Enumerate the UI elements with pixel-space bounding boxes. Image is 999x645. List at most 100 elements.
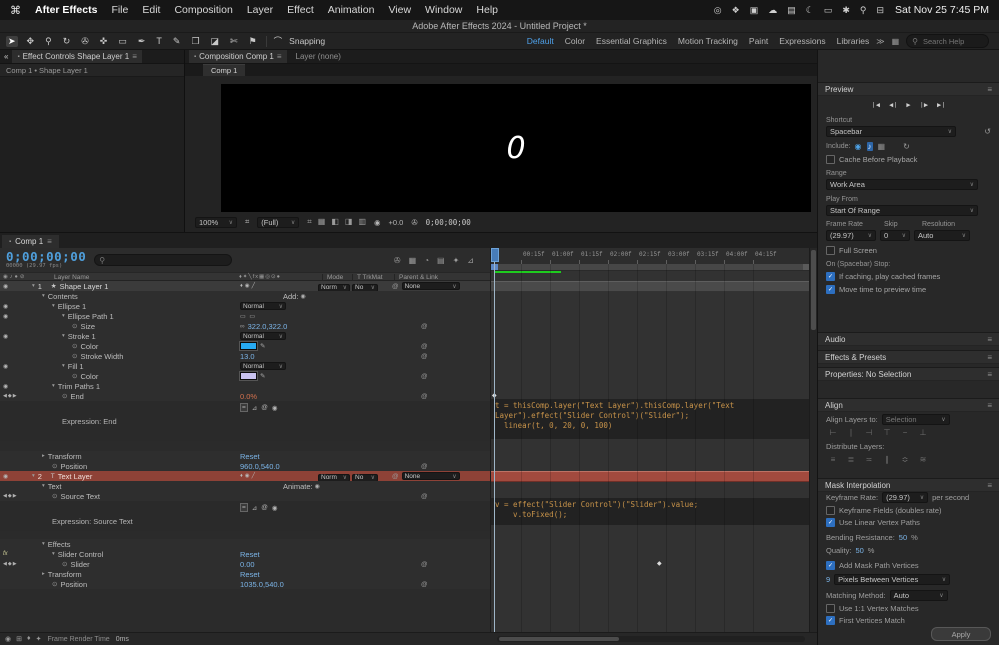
timeline-zoom-scrollbar[interactable] [497, 636, 805, 642]
layer-switches[interactable]: ♦◉╱ [240, 283, 257, 289]
include-audio-toggle[interactable]: ♪ [866, 142, 873, 151]
twirl-closed-icon[interactable]: ▸ [42, 571, 45, 577]
pickwhip-icon[interactable]: @ [421, 559, 428, 569]
spotlight-icon[interactable]: ⚲ [860, 5, 867, 16]
move-time-checkbox[interactable]: ✓ [826, 285, 835, 294]
shortcut-dropdown[interactable]: Spacebar ∨ [826, 126, 956, 137]
align-panel-header[interactable]: Align ≡ [818, 398, 999, 412]
tab-layer-viewer[interactable]: Layer (none) [291, 50, 346, 63]
align-left-button[interactable]: ⊢ [826, 428, 840, 437]
twirl-open-icon[interactable]: ▾ [62, 363, 65, 369]
pen-tool[interactable]: ✒ [136, 36, 148, 47]
menu-file[interactable]: File [111, 4, 128, 16]
property-value[interactable]: 13.0 [240, 352, 255, 361]
vertices-value[interactable]: 9 [826, 575, 830, 584]
clone-stamp-tool[interactable]: ❐ [189, 36, 201, 47]
twirl-closed-icon[interactable]: ▸ [42, 453, 45, 459]
timeline-search-box[interactable]: ⚲ [94, 254, 233, 266]
mask-interpolation-panel-header[interactable]: Mask Interpolation ≡ [818, 478, 999, 492]
battery-icon[interactable]: ▭ [824, 5, 833, 16]
cloud-icon[interactable]: ☁ [768, 5, 777, 16]
play-cached-frames-checkbox[interactable]: ✓ [826, 272, 835, 281]
quality-value[interactable]: 50 [855, 546, 863, 555]
add-menu-icon[interactable]: ◉ [315, 483, 320, 490]
eye-toggle[interactable]: ◉ [3, 383, 8, 390]
blend-mode-dropdown[interactable]: Normal ∨ [240, 332, 286, 340]
timeline-search-input[interactable] [105, 255, 228, 265]
mask-visibility-icon[interactable]: ▦ [318, 217, 326, 227]
distribute-v-center-button[interactable]: ≣ [844, 455, 858, 464]
first-vertices-match-checkbox[interactable]: ✓ [826, 616, 835, 625]
add-menu-icon[interactable]: ◉ [300, 293, 305, 300]
property-value[interactable]: 1035.0,540.0 [240, 580, 284, 589]
workspace-grid-icon[interactable]: ▦ [892, 37, 900, 46]
control-center-icon[interactable]: ⊟ [876, 5, 884, 16]
last-frame-button[interactable]: ▶❘ [937, 101, 945, 109]
layer-duration-bar-text-layer[interactable] [491, 471, 810, 482]
twirl-open-icon[interactable]: ▾ [32, 283, 35, 289]
twirl-open-icon[interactable]: ▾ [52, 551, 55, 557]
color-swatch[interactable] [239, 371, 258, 381]
color-swatch[interactable] [239, 341, 258, 351]
property-row-slider[interactable]: ◀◆▶ ⊙ Slider 0.00 @ [0, 559, 490, 569]
creative-cloud-icon[interactable]: ❖ [732, 5, 740, 16]
stopwatch-icon[interactable]: ⊙ [72, 372, 77, 380]
search-help-box[interactable]: ⚲ [906, 34, 989, 48]
menu-edit[interactable]: Edit [142, 4, 160, 16]
camera-tool[interactable]: ✇ [79, 36, 91, 47]
wifi-icon[interactable]: ✱ [842, 5, 850, 16]
expression-enable-icon[interactable]: = [240, 503, 248, 512]
panel-menu-icon[interactable]: ≡ [987, 335, 992, 344]
type-tool[interactable]: T [154, 36, 164, 46]
brush-tool[interactable]: ✎ [171, 36, 183, 47]
panel-menu-icon[interactable]: ≡ [132, 52, 137, 61]
layer-row-shape-layer-1[interactable]: ◉ ▾ 1 ★ Shape Layer 1 ♦◉╱ Norm ∨ No ∨ @ None ∨ [0, 281, 490, 292]
twirl-open-icon[interactable]: ▾ [52, 303, 55, 309]
preview-panel-header[interactable]: Preview ≡ [818, 82, 999, 96]
distribute-bottom-button[interactable]: ≍ [862, 455, 876, 464]
next-frame-button[interactable]: ❘▶ [920, 101, 928, 109]
distribute-h-center-button[interactable]: ≎ [898, 455, 912, 464]
menu-window[interactable]: Window [425, 4, 462, 16]
stopwatch-icon[interactable]: ⊙ [62, 392, 67, 400]
keyframe-rate-dropdown[interactable]: (29.97) ∨ [882, 492, 929, 503]
puppet-pin-tool[interactable]: ⚑ [247, 36, 259, 47]
layer-row-text-layer[interactable]: ◉ ▾ 2 T Text Layer ♦◉╱ Norm ∨ No ∨ @ None ∨ [0, 471, 490, 482]
pickwhip-icon[interactable]: @ [421, 461, 428, 471]
property-row-stroke-width[interactable]: ⊙ Stroke Width 13.0 @ [0, 351, 490, 361]
expand-in-out-icon[interactable]: ♦ [27, 635, 31, 643]
add-mask-path-vertices-checkbox[interactable]: ✓ [826, 561, 835, 570]
keyframe-fields-checkbox[interactable]: ✓ [826, 506, 835, 515]
exposure-icon[interactable]: ◉ [374, 218, 381, 227]
exposure-value[interactable]: +0.0 [389, 218, 404, 227]
eyedropper-icon[interactable]: ✎ [260, 342, 265, 350]
hand-tool[interactable]: ✥ [25, 36, 37, 47]
panel-menu-icon[interactable]: ≡ [987, 353, 992, 362]
eyedropper-icon[interactable]: ✎ [260, 372, 265, 380]
align-h-center-button[interactable]: ∣ [844, 428, 858, 437]
timeline-tab-comp1[interactable]: ▪ Comp 1 ≡ [2, 235, 59, 248]
constrain-proportions-icon[interactable]: ∞ [240, 323, 245, 330]
eye-toggle[interactable]: ◉ [3, 363, 8, 370]
property-value[interactable]: 322.0,322.0 [248, 322, 288, 331]
workspace-overflow-icon[interactable]: ≫ [876, 37, 884, 46]
shape-tool[interactable]: ▭ [116, 36, 129, 47]
property-row-effects[interactable]: ▾ Effects [0, 539, 490, 549]
region-of-interest-icon[interactable]: ◧ [331, 217, 339, 227]
screen-mirroring-icon[interactable]: ◎ [714, 5, 722, 16]
pickwhip-icon[interactable]: @ [421, 341, 428, 351]
layer-switches[interactable]: ♦◉╱ [240, 473, 257, 479]
current-time-display[interactable]: 0;00;00;00 [6, 250, 86, 263]
transparency-grid-icon[interactable]: ◨ [345, 217, 353, 227]
expand-layer-switches-icon[interactable]: ◉ [5, 635, 11, 643]
expand-transfer-controls-icon[interactable]: ⊞ [16, 635, 22, 643]
align-top-button[interactable]: ⊤ [880, 428, 894, 437]
twirl-open-icon[interactable]: ▾ [42, 541, 45, 547]
property-row-end[interactable]: ◀◆▶ ⊙ End 0.0% @ [0, 391, 490, 401]
matching-method-dropdown[interactable]: Auto ∨ [889, 590, 948, 601]
stopwatch-icon[interactable]: ⊙ [52, 492, 57, 500]
property-value[interactable]: 960.0,540.0 [240, 462, 280, 471]
composition-viewport[interactable]: 0 [221, 84, 811, 212]
menu-bar-clock[interactable]: Sat Nov 25 7:45 PM [895, 4, 989, 16]
reset-link[interactable]: Reset [240, 570, 260, 579]
